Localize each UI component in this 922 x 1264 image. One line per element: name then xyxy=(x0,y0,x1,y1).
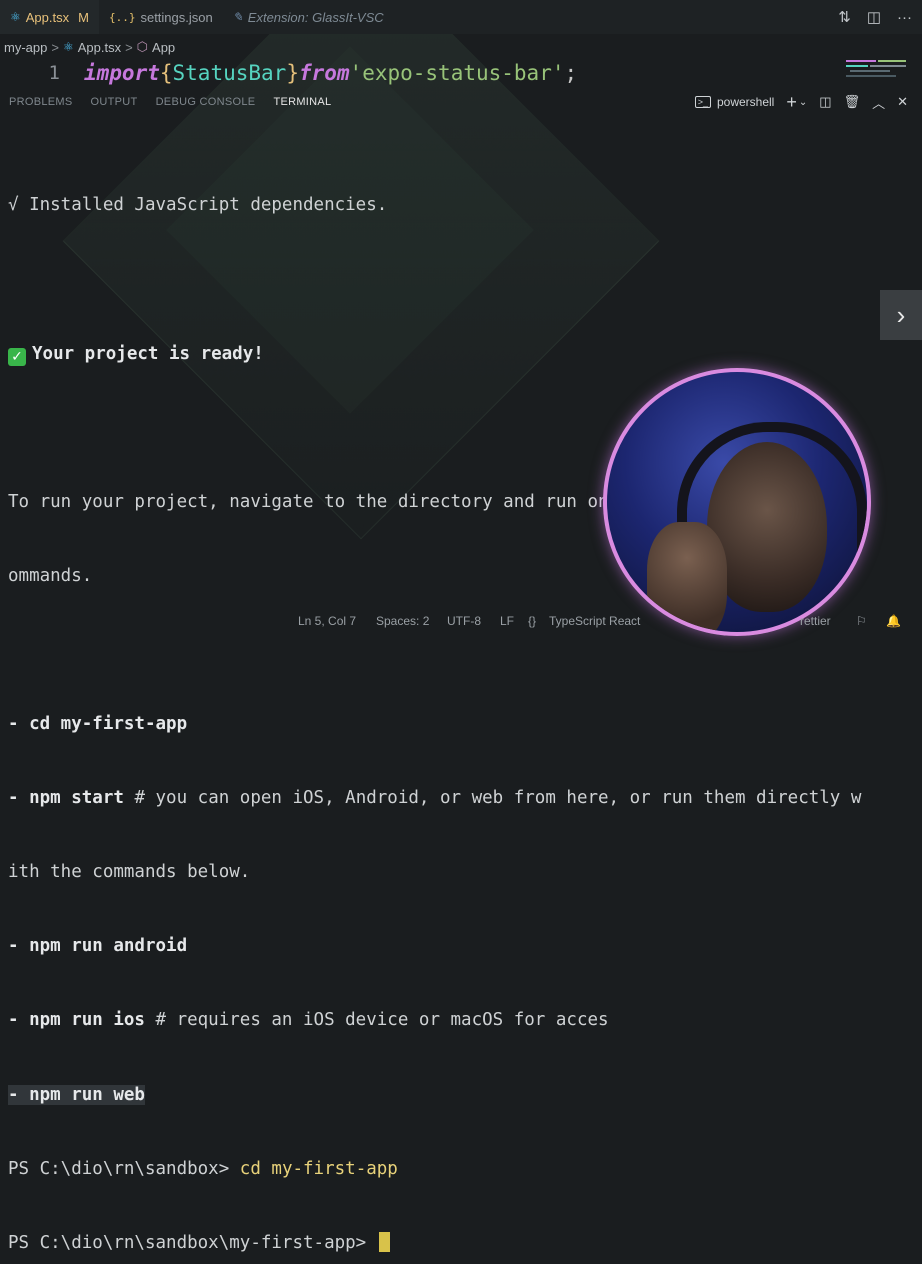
editor-tab-bar: ⚛ App.tsx M {..} settings.json ✎ Extensi… xyxy=(0,0,922,34)
terminal-line: - cd my-first-app xyxy=(8,712,861,737)
breadcrumb-file[interactable]: App.tsx xyxy=(78,40,121,55)
encoding[interactable]: UTF-8 xyxy=(447,614,481,628)
code-line[interactable]: 1 import { StatusBar } from 'expo-status… xyxy=(0,58,840,88)
cd-command: cd my-first-app xyxy=(29,714,188,735)
json-braces-icon: {..} xyxy=(108,10,136,24)
terminal-line: - npm start # you can open iOS, Android,… xyxy=(8,786,861,811)
npm-ios-comment: # requires an iOS device or macOS for ac… xyxy=(144,1010,609,1031)
terminal-line: - npm run android xyxy=(8,934,861,959)
compare-changes-icon[interactable]: ⇅ xyxy=(838,8,851,26)
tab-problems[interactable]: PROBLEMS xyxy=(0,96,82,108)
breadcrumb-symbol[interactable]: App xyxy=(152,40,175,55)
ready-message: Your project is ready! xyxy=(32,343,264,364)
split-editor-icon[interactable]: ◫ xyxy=(867,8,881,26)
new-terminal-icon[interactable]: + xyxy=(786,92,797,113)
breadcrumb: my-app > ⚛ App.tsx > ⬡ App xyxy=(0,36,175,58)
minimap[interactable] xyxy=(844,58,914,82)
editor-actions: ⇅ ◫ ··· xyxy=(838,0,912,34)
breadcrumb-folder[interactable]: my-app xyxy=(4,40,47,55)
line-number: 1 xyxy=(48,62,60,84)
tab-settings-json[interactable]: {..} settings.json xyxy=(99,0,223,34)
brace-close: } xyxy=(286,61,299,85)
identifier: StatusBar xyxy=(172,61,287,85)
braces-icon: {} xyxy=(528,614,537,628)
brace-open: { xyxy=(159,61,173,85)
prompt: PS C:\dio\rn\sandbox\my-first-app> xyxy=(8,1232,377,1253)
chevron-right-icon[interactable]: › xyxy=(880,290,922,340)
indentation[interactable]: Spaces: 2 xyxy=(376,614,429,628)
terminal-line: √ Installed JavaScript dependencies. xyxy=(8,195,388,216)
react-icon: ⚛ xyxy=(10,10,21,24)
terminal-line: PS C:\dio\rn\sandbox\my-first-app> xyxy=(8,1231,861,1256)
npm-ios-command: - npm run ios xyxy=(8,1010,145,1031)
react-icon: ⚛ xyxy=(62,40,74,54)
tab-label: settings.json xyxy=(140,9,213,25)
check-mark-icon: ✓ xyxy=(8,347,26,366)
bell-icon[interactable]: 🔔 xyxy=(886,614,901,628)
terminal-line: ith the commands below. xyxy=(8,862,251,883)
terminal-actions: >_ powershell + ⌄ ◫ 🗑 ︿ ✕ xyxy=(694,88,908,116)
npm-web-command: - npm run web xyxy=(8,1084,145,1105)
webcam-overlay xyxy=(603,368,871,636)
trash-icon[interactable]: 🗑 xyxy=(844,94,861,110)
chevron-right-icon: > xyxy=(125,39,133,55)
prompt: PS C:\dio\rn\sandbox> xyxy=(8,1158,240,1179)
tab-terminal[interactable]: TERMINAL xyxy=(264,96,340,108)
tab-extension-glassit[interactable]: ✎ Extension: GlassIt-VSC xyxy=(223,0,394,34)
tab-app-tsx[interactable]: ⚛ App.tsx M xyxy=(0,0,99,34)
status-bar: Ln 5, Col 7 Spaces: 2 UTF-8 LF {} TypeSc… xyxy=(0,610,922,632)
keyword-from: from xyxy=(298,61,350,85)
feedback-icon[interactable]: ⚐ xyxy=(856,614,867,628)
terminal-line: PS C:\dio\rn\sandbox> cd my-first-app xyxy=(8,1157,861,1182)
keyword-import: import xyxy=(84,61,160,85)
npm-start-command: - npm start xyxy=(8,788,124,809)
cursor-position[interactable]: Ln 5, Col 7 xyxy=(298,614,356,628)
terminal-output[interactable]: √ Installed JavaScript dependencies. ✓ Yo… xyxy=(8,144,861,1264)
semicolon: ; xyxy=(564,61,578,85)
symbol-icon: ⬡ xyxy=(136,39,149,54)
extension-icon: ✎ xyxy=(232,10,243,24)
end-of-line[interactable]: LF xyxy=(500,614,514,628)
npm-start-comment: # you can open iOS, Android, or web from… xyxy=(123,788,862,809)
chevron-right-icon: > xyxy=(51,39,59,55)
split-terminal-icon[interactable]: ◫ xyxy=(819,94,831,110)
terminal-shell-selector[interactable]: >_ powershell xyxy=(694,95,775,109)
tab-label: App.tsx xyxy=(25,9,70,25)
string-literal: 'expo-status-bar' xyxy=(349,61,565,85)
terminal-icon: >_ xyxy=(694,96,711,108)
formatter[interactable]: rettier xyxy=(800,614,831,628)
npm-android-command: - npm run android xyxy=(8,936,188,957)
terminal-cursor xyxy=(378,1231,390,1252)
cd-prefix: - xyxy=(8,714,30,735)
shell-name-label: powershell xyxy=(716,95,775,109)
tab-debug-console[interactable]: DEBUG CONSOLE xyxy=(147,96,265,108)
tab-label: Extension: GlassIt-VSC xyxy=(247,9,384,25)
terminal-line: - npm run ios # requires an iOS device o… xyxy=(8,1008,861,1033)
chevron-down-icon[interactable]: ⌄ xyxy=(799,97,807,108)
tab-output[interactable]: OUTPUT xyxy=(82,96,147,108)
maximize-panel-icon[interactable]: ︿ xyxy=(872,93,885,112)
language-mode[interactable]: TypeScript React xyxy=(549,614,640,628)
prompt-command: cd my-first-app xyxy=(239,1158,398,1179)
modified-badge: M xyxy=(78,9,89,25)
more-actions-icon[interactable]: ··· xyxy=(897,9,912,26)
terminal-line: - npm run web xyxy=(8,1083,861,1108)
close-panel-icon[interactable]: ✕ xyxy=(897,94,908,110)
terminal-line: ✓ Your project is ready! xyxy=(8,342,861,367)
